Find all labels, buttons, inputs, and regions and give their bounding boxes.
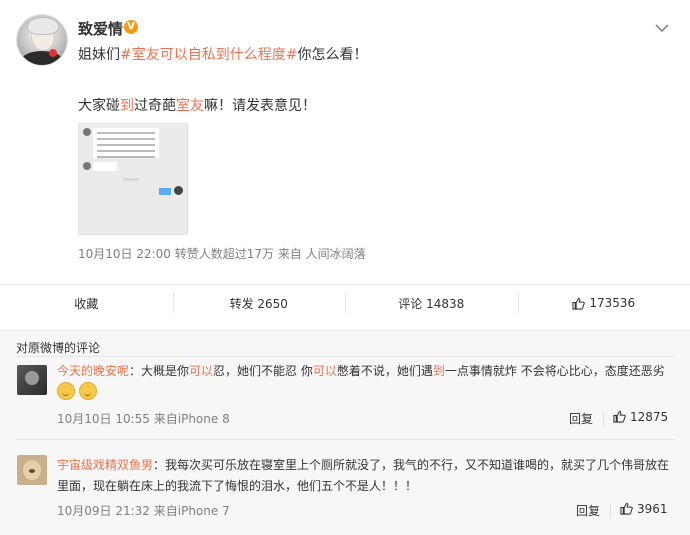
comment-like-button[interactable]: 12875 bbox=[613, 410, 668, 424]
user-avatar[interactable] bbox=[16, 14, 68, 66]
favorite-label: 收藏 bbox=[74, 295, 98, 312]
comment-text-line2: 里面，现在躺在床上的我流下了悔恨的泪水，他们五个不是人！！！ bbox=[57, 476, 417, 496]
commenter-avatar[interactable] bbox=[17, 455, 47, 485]
keyword-highlight[interactable]: 到 bbox=[120, 98, 134, 114]
topic-link[interactable]: #室友可以自私到什么程度# bbox=[120, 47, 297, 63]
repost-button[interactable]: 转发 2650 bbox=[173, 285, 346, 321]
commenter-avatar[interactable] bbox=[17, 365, 47, 395]
favorite-button[interactable]: 收藏 bbox=[0, 285, 173, 321]
reply-button[interactable]: 回复 bbox=[569, 410, 593, 427]
divider bbox=[610, 504, 611, 518]
verified-badge-icon: V bbox=[124, 20, 138, 34]
emoji-icon bbox=[57, 382, 75, 400]
thumbs-up-icon bbox=[620, 502, 633, 515]
post-text-suffix: 你怎么看！ bbox=[297, 47, 367, 63]
keyword-highlight[interactable]: 到 bbox=[433, 364, 445, 378]
comment-text-part: ：大概是你 bbox=[129, 364, 189, 378]
comments-section: 对原微博的评论 今天的晚安呢：大概是你可以忍，她们不能忍 你可以憋着不说，她们遇… bbox=[0, 330, 690, 535]
comment-emoji-row bbox=[57, 382, 101, 402]
post-image-thumbnail[interactable] bbox=[78, 123, 188, 235]
divider bbox=[16, 439, 674, 440]
post-text-line2: 大家碰到过奇葩室友嘛！请发表意见！ bbox=[78, 95, 316, 115]
commenter-name[interactable]: 宇宙级戏精双鱼男 bbox=[57, 458, 153, 472]
comment-text-part: 一点事情就炸 不会将心比心，态度还恶劣 bbox=[445, 364, 665, 378]
keyword-highlight[interactable]: 可以 bbox=[189, 364, 213, 378]
weibo-post-card: 致爱情 V 姐妹们#室友可以自私到什么程度#你怎么看！ 大家碰到过奇葩室友嘛！请… bbox=[0, 0, 690, 534]
repost-label: 转发 2650 bbox=[230, 295, 288, 312]
action-bar: 收藏 转发 2650 评论 14838 173536 bbox=[0, 284, 690, 321]
emoji-icon bbox=[79, 382, 97, 400]
comment-meta: 10月09日 21:32 来自iPhone 7 bbox=[57, 502, 230, 519]
comment-like-count: 3961 bbox=[637, 502, 668, 516]
comment-text: 宇宙级戏精双鱼男：我每次买可乐放在寝室里上个厕所就没了，我气的不行，又不知道谁喝… bbox=[57, 455, 669, 475]
comment-like-count: 12875 bbox=[630, 410, 668, 424]
comment-text-part: 忍，她们不能忍 你 bbox=[213, 364, 313, 378]
comment-label: 评论 14838 bbox=[398, 295, 464, 312]
like-count: 173536 bbox=[589, 296, 635, 310]
thumbs-up-icon bbox=[613, 410, 626, 423]
reply-button[interactable]: 回复 bbox=[576, 502, 600, 519]
keyword-highlight[interactable]: 可以 bbox=[313, 364, 337, 378]
comment-like-button[interactable]: 3961 bbox=[620, 502, 668, 516]
like-button[interactable]: 173536 bbox=[518, 285, 690, 321]
post-text-prefix: 姐妹们 bbox=[78, 47, 120, 63]
divider bbox=[16, 356, 674, 357]
post-text-part: 过奇葩 bbox=[134, 98, 176, 114]
keyword-highlight[interactable]: 室友 bbox=[176, 98, 204, 114]
thumbs-up-icon bbox=[572, 297, 585, 310]
commenter-name[interactable]: 今天的晚安呢 bbox=[57, 364, 129, 378]
post-text-part: 嘛！请发表意见！ bbox=[204, 98, 316, 114]
comment-meta: 10月10日 10:55 来自iPhone 8 bbox=[57, 410, 230, 427]
post-meta: 10月10日 22:00 转赞人数超过17万 来自 人间冰阔落 bbox=[78, 245, 366, 262]
chevron-down-icon[interactable] bbox=[652, 18, 672, 38]
comment-text-part: ：我每次买可乐放在寝室里上个厕所就没了，我气的不行，又不知道谁喝的，就买了几个伟… bbox=[153, 458, 669, 472]
post-text-line1: 姐妹们#室友可以自私到什么程度#你怎么看！ bbox=[78, 44, 367, 64]
divider bbox=[603, 412, 604, 426]
comment-text-part: 憋着不说，她们遇 bbox=[337, 364, 433, 378]
comment-button[interactable]: 评论 14838 bbox=[345, 285, 518, 321]
username[interactable]: 致爱情 bbox=[78, 18, 123, 39]
comments-title: 对原微博的评论 bbox=[16, 339, 100, 356]
comment-text: 今天的晚安呢：大概是你可以忍，她们不能忍 你可以憋着不说，她们遇到一点事情就炸 … bbox=[57, 361, 665, 381]
post-text-part: 大家碰 bbox=[78, 98, 120, 114]
